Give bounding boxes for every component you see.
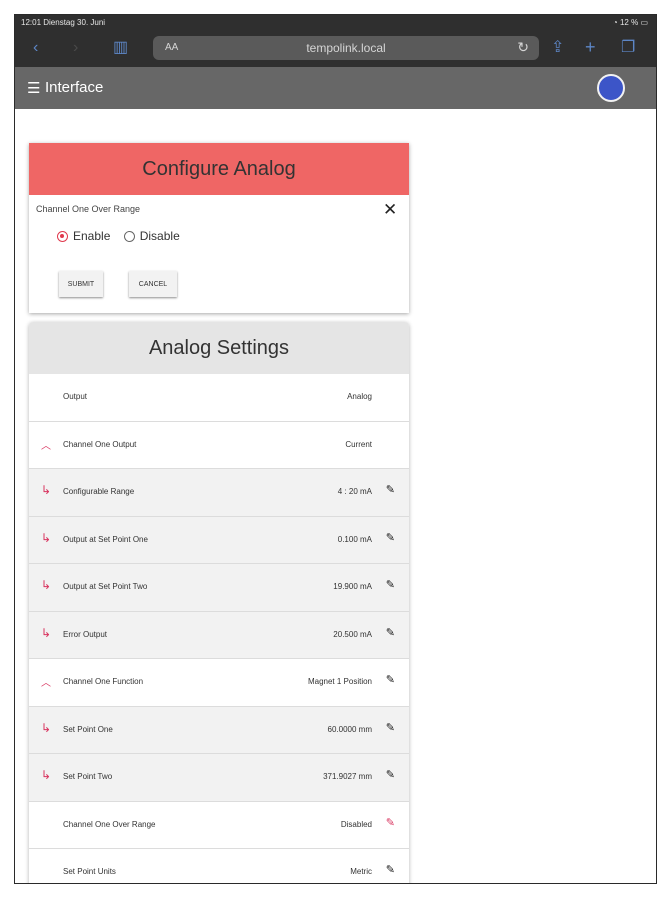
edit-pencil-icon[interactable]: ✎: [386, 673, 395, 686]
settings-row[interactable]: Set Point Units Metric ✎: [29, 849, 409, 883]
disable-label: Disable: [139, 229, 180, 243]
enable-option[interactable]: Enable: [57, 229, 110, 243]
row-value: Disabled: [340, 819, 372, 829]
book-icon[interactable]: ▥: [113, 40, 128, 56]
share-icon[interactable]: ⇪: [551, 40, 564, 56]
tabs-icon[interactable]: ❐: [621, 40, 635, 56]
row-label: Output: [63, 392, 88, 401]
back-icon[interactable]: ‹: [33, 40, 38, 56]
row-label: Output at Set Point One: [63, 534, 148, 544]
status-right: ◔ 12 % ▭: [612, 18, 648, 27]
edit-pencil-icon[interactable]: ✎: [386, 816, 395, 829]
app-title: Interface: [45, 79, 104, 96]
app-bar: ☰ Interface: [15, 67, 656, 109]
row-value: 4 : 20 mA: [337, 487, 372, 496]
settings-row[interactable]: ︿ Channel One Function Magnet 1 Position ✎: [29, 659, 409, 707]
edit-pencil-icon[interactable]: ✎: [386, 483, 395, 496]
settings-row: ︿ Channel One Output Current: [29, 421, 409, 469]
row-value: 60.0000 mm: [327, 724, 372, 734]
address-bar[interactable]: AA tempolink.local ↻: [153, 36, 539, 60]
row-label: Channel One Function: [63, 677, 144, 686]
enable-label: Enable: [73, 229, 111, 243]
edit-pencil-icon[interactable]: ✎: [386, 578, 395, 591]
edit-pencil-icon[interactable]: ✎: [386, 531, 395, 544]
sub-arrow-icon: ↳: [41, 720, 52, 735]
settings-row: Output Analog: [29, 374, 409, 422]
row-value: 371.9027 mm: [323, 772, 372, 781]
sub-arrow-icon: ↳: [41, 530, 52, 545]
enable-radio[interactable]: [57, 231, 68, 242]
row-label: Error Output: [63, 629, 108, 639]
row-value: 0.100 mA: [337, 534, 372, 544]
settings-row[interactable]: ↳ Set Point Two 371.9027 mm ✎: [29, 754, 409, 802]
row-value: 19.900 mA: [333, 582, 372, 591]
row-label: Output at Set Point Two: [63, 582, 148, 591]
row-value: Magnet 1 Position: [307, 677, 372, 686]
sub-arrow-icon: ↳: [41, 625, 52, 640]
settings-title: Analog Settings: [29, 322, 409, 374]
menu-icon[interactable]: ☰: [27, 79, 40, 97]
cancel-button[interactable]: CANCEL: [129, 271, 177, 297]
row-label: Channel One Output: [63, 439, 137, 449]
battery-level: 12 %: [619, 18, 639, 27]
disable-option[interactable]: Disable: [123, 229, 180, 243]
settings-list: Output Analog ︿ Channel One Output Current ↳ C…: [29, 374, 409, 883]
new-tab-icon[interactable]: +: [585, 38, 596, 56]
status-time: 12:01 Dienstag 30. Juni: [21, 18, 106, 27]
edit-pencil-icon[interactable]: ✎: [386, 863, 395, 876]
configure-field-label: Channel One Over Range: [36, 204, 141, 214]
screen-frame: 12:01 Dienstag 30. Juni ◔ 12 % ▭ ‹ › ▥ A…: [14, 14, 657, 884]
status-indicator[interactable]: [597, 74, 625, 102]
row-label: Set Point Two: [63, 772, 113, 781]
settings-row[interactable]: ↳ Set Point One 60.0000 mm ✎: [29, 706, 409, 754]
settings-row[interactable]: Channel One Over Range Disabled ✎: [29, 801, 409, 849]
settings-row[interactable]: ↳ Output at Set Point One 0.100 mA ✎: [29, 516, 409, 564]
row-label: Set Point One: [63, 724, 113, 734]
status-bar: 12:01 Dienstag 30. Juni ◔ 12 % ▭: [15, 15, 656, 29]
url-text: tempolink.local: [306, 41, 386, 55]
configure-title: Configure Analog: [29, 143, 409, 195]
settings-row[interactable]: ↳ Configurable Range 4 : 20 mA ✎: [29, 469, 409, 517]
chevron-up-icon[interactable]: ︿: [41, 674, 51, 689]
close-icon[interactable]: ✕: [383, 200, 397, 220]
sub-arrow-icon: ↳: [41, 483, 52, 497]
reload-icon[interactable]: ↻: [517, 39, 529, 56]
edit-pencil-icon[interactable]: ✎: [386, 626, 395, 639]
sub-arrow-icon: ↳: [41, 768, 52, 782]
submit-button[interactable]: SUBMIT: [59, 271, 103, 297]
row-label: Set Point Units: [63, 867, 116, 876]
disable-radio[interactable]: [123, 231, 135, 242]
configure-dialog: Configure Analog Channel One Over Range …: [29, 143, 409, 313]
chevron-up-icon[interactable]: ︿: [41, 437, 51, 452]
row-value: 20.500 mA: [333, 629, 372, 639]
row-value: Current: [345, 439, 372, 449]
analog-settings-card: Analog Settings Output Analog ︿ Channel One…: [29, 322, 409, 883]
row-value: Analog: [347, 392, 372, 401]
edit-pencil-icon[interactable]: ✎: [386, 721, 395, 734]
over-range-options: Enable Disable: [57, 229, 190, 243]
browser-toolbar: ‹ › ▥ AA tempolink.local ↻ ⇪ + ❐: [15, 29, 656, 67]
sub-arrow-icon: ↳: [41, 578, 52, 592]
row-label: Channel One Over Range: [63, 819, 156, 829]
row-value: Metric: [350, 867, 372, 876]
edit-pencil-icon[interactable]: ✎: [386, 768, 395, 781]
forward-icon[interactable]: ›: [73, 40, 78, 56]
settings-row[interactable]: ↳ Error Output 20.500 mA ✎: [29, 611, 409, 659]
settings-row[interactable]: ↳ Output at Set Point Two 19.900 mA ✎: [29, 564, 409, 612]
row-label: Configurable Range: [63, 487, 135, 496]
